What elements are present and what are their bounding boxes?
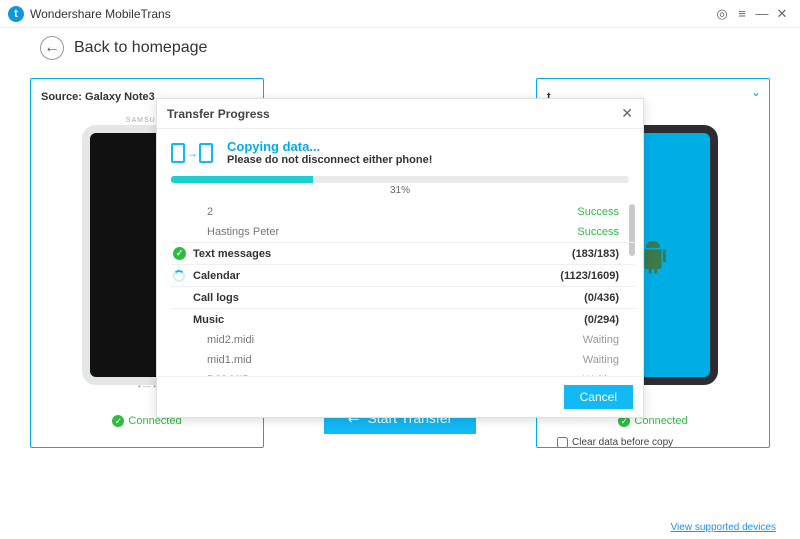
menu-icon[interactable]: ≡ — [732, 6, 752, 21]
app-title: Wondershare MobileTrans — [30, 7, 171, 21]
row-value: (0/294) — [584, 314, 619, 326]
progress-area: 31% — [171, 176, 629, 196]
item-row: Hastings Peter Success — [171, 222, 635, 242]
category-row: Music (0/294) — [171, 308, 635, 330]
row-name: Music — [193, 314, 224, 326]
feedback-icon[interactable]: ◎ — [712, 6, 732, 22]
row-name: Call logs — [193, 292, 239, 304]
row-name: 2 — [207, 206, 213, 218]
cancel-button[interactable]: Cancel — [564, 385, 633, 409]
minimize-icon[interactable]: — — [752, 6, 772, 21]
modal-info: → Copying data... Please do not disconne… — [157, 129, 643, 172]
row-value: (1123/1609) — [560, 270, 619, 282]
row-value: Success — [577, 206, 619, 218]
spinner-icon — [173, 270, 185, 282]
close-icon[interactable]: ✕ — [772, 6, 792, 22]
clear-before-copy-row: Clear data before copy — [547, 437, 759, 448]
check-icon: ✓ — [173, 247, 186, 260]
item-row: mid2.midi Waiting — [171, 330, 635, 350]
progress-fill — [171, 176, 313, 183]
row-value: Success — [577, 226, 619, 238]
back-bar: ← Back to homepage — [0, 28, 800, 68]
clear-before-copy-label: Clear data before copy — [572, 437, 673, 448]
item-row: D20.MID Waiting — [171, 370, 635, 376]
row-name: Text messages — [193, 248, 271, 260]
status-line2: Please do not disconnect either phone! — [227, 154, 432, 166]
transfer-list: 2 Success Hastings Peter Success ✓ Text messa… — [171, 202, 635, 376]
category-row: Call logs (0/436) — [171, 286, 635, 308]
destination-dropdown-icon[interactable]: ⌄ — [751, 85, 761, 99]
modal-close-icon[interactable]: ✕ — [621, 105, 633, 122]
status-line1: Copying data... — [227, 139, 432, 154]
row-name: mid1.mid — [207, 354, 252, 366]
category-row: ✓ Text messages (183/183) — [171, 242, 635, 264]
row-value: Waiting — [583, 374, 619, 376]
modal-header: Transfer Progress ✕ — [157, 99, 643, 129]
back-arrow-icon[interactable]: ← — [40, 36, 64, 60]
category-row: Calendar (1123/1609) — [171, 264, 635, 286]
row-value: Waiting — [583, 334, 619, 346]
item-row: mid1.mid Waiting — [171, 350, 635, 370]
row-value: (0/436) — [584, 292, 619, 304]
source-label: Source: Galaxy Note3 — [41, 91, 155, 103]
item-row: 2 Success — [171, 202, 635, 222]
progress-bar — [171, 176, 629, 183]
view-supported-devices-link[interactable]: View supported devices — [671, 522, 776, 533]
clear-before-copy-checkbox[interactable] — [557, 437, 568, 448]
row-name: Calendar — [193, 270, 240, 282]
modal-footer: Cancel — [157, 376, 643, 417]
phone-transfer-icon: → — [171, 143, 213, 163]
modal-title: Transfer Progress — [167, 107, 270, 121]
row-name: Hastings Peter — [207, 226, 279, 238]
row-name: D20.MID — [207, 374, 250, 376]
row-name: mid2.midi — [207, 334, 254, 346]
titlebar: t Wondershare MobileTrans ◎ ≡ — ✕ — [0, 0, 800, 28]
transfer-progress-modal: Transfer Progress ✕ → Copying data... Pl… — [156, 98, 644, 418]
progress-percent: 31% — [171, 185, 629, 196]
check-icon: ✓ — [112, 415, 124, 427]
app-logo: t — [8, 6, 24, 22]
back-label[interactable]: Back to homepage — [74, 39, 207, 57]
row-value: Waiting — [583, 354, 619, 366]
row-value: (183/183) — [572, 248, 619, 260]
